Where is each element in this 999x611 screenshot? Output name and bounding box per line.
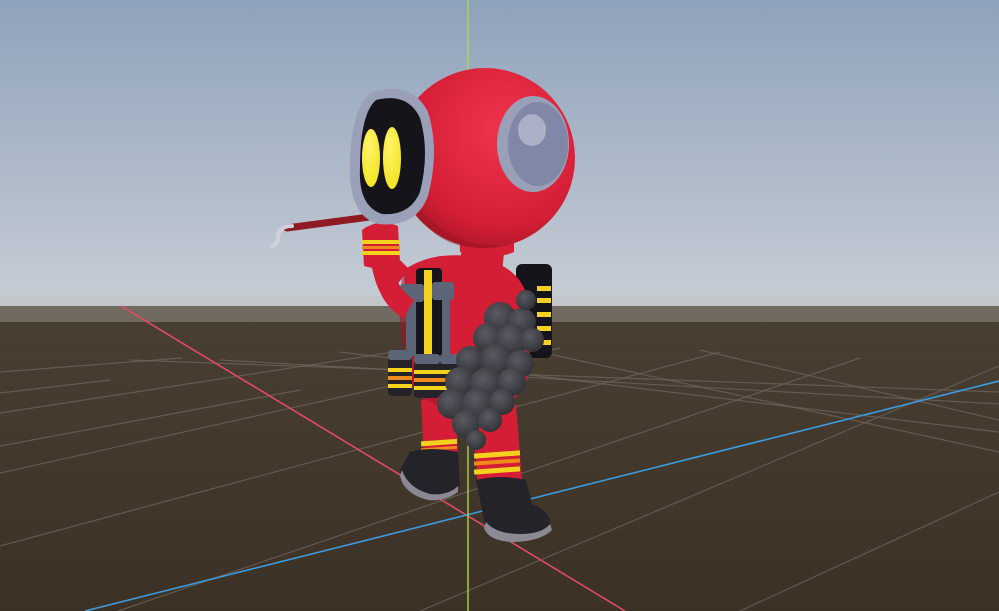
smoke-puff <box>466 430 486 450</box>
scene-viewport[interactable] <box>0 0 999 611</box>
left-eye <box>362 129 380 187</box>
scene-canvas[interactable] <box>0 0 999 611</box>
left-glove <box>362 222 400 269</box>
right-eye <box>383 127 401 189</box>
smoke-puff <box>478 408 502 432</box>
robot-head <box>350 68 575 249</box>
smoke-puff <box>520 328 544 352</box>
smoke-puff <box>516 290 536 310</box>
ear-disc <box>497 96 569 192</box>
